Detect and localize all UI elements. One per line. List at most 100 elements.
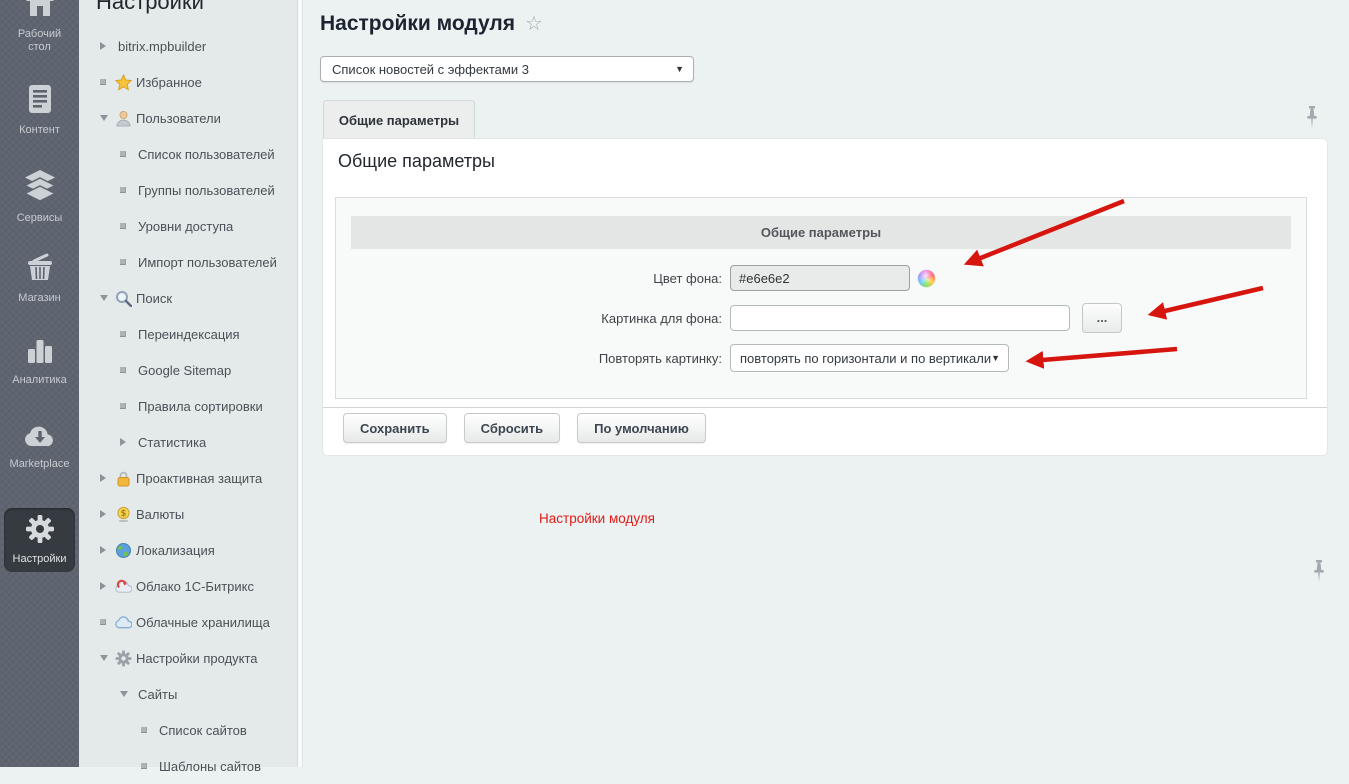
small-gear-icon	[115, 650, 132, 667]
general-parameters-group: Общие параметры Цвет фона: Картинка для …	[335, 197, 1307, 399]
sidebar-item-label: Статистика	[138, 435, 206, 450]
background-color-input[interactable]	[730, 265, 910, 291]
sidebar-item-user-import[interactable]: Импорт пользователей	[79, 244, 297, 280]
favorite-star-icon[interactable]: ☆	[525, 14, 543, 34]
default-button[interactable]: По умолчанию	[577, 413, 706, 443]
sidebar-item-cloud-storage[interactable]: Облачные хранилища	[79, 604, 297, 640]
sidebar-item-statistics[interactable]: Статистика	[79, 424, 297, 460]
dropdown-arrow-icon: ▼	[675, 64, 693, 74]
chevron-right-icon	[100, 546, 114, 554]
rail-item-label: Настройки	[13, 553, 67, 566]
rail-item-analytics[interactable]: Аналитика	[0, 336, 79, 387]
bar-chart-icon	[26, 336, 54, 369]
sidebar-item-label: bitrix.mpbuilder	[118, 39, 206, 54]
bullet-icon	[120, 187, 134, 193]
repeat-image-label: Повторять картинку:	[336, 351, 722, 366]
rail-item-settings[interactable]: Настройки	[4, 508, 75, 572]
sidebar-resize-strip[interactable]	[297, 0, 303, 767]
rail-item-marketplace[interactable]: Marketplace	[0, 422, 79, 471]
background-image-label: Картинка для фона:	[336, 311, 722, 326]
sidebar-item-currencies[interactable]: $ Валюты	[79, 496, 297, 532]
chevron-down-icon	[100, 115, 114, 121]
pin-icon[interactable]	[1305, 106, 1319, 134]
rail-item-services[interactable]: Сервисы	[0, 170, 79, 225]
sidebar-item-google-sitemap[interactable]: Google Sitemap	[79, 352, 297, 388]
sidebar-item-site-templates[interactable]: Шаблоны сайтов	[79, 748, 297, 784]
sidebar-item-localization[interactable]: Локализация	[79, 532, 297, 568]
sidebar-item-label: Сайты	[138, 687, 177, 702]
bullet-icon	[120, 331, 134, 337]
settings-tree: bitrix.mpbuilder Избранное Пользователи …	[79, 28, 297, 784]
settings-sidebar: Настройки bitrix.mpbuilder Избранное Пол…	[79, 0, 297, 767]
rail-item-label: Сервисы	[17, 212, 63, 225]
star-icon	[115, 74, 132, 91]
rail-item-desktop[interactable]: Рабочий стол	[0, 0, 79, 54]
sidebar-item-label: Google Sitemap	[138, 363, 231, 378]
pin-icon[interactable]	[1312, 560, 1326, 588]
color-picker-icon[interactable]	[918, 270, 935, 287]
cloud-icon	[115, 614, 132, 631]
sidebar-item-sort-rules[interactable]: Правила сортировки	[79, 388, 297, 424]
chevron-down-icon	[100, 295, 114, 301]
chevron-right-icon	[100, 510, 114, 518]
search-icon	[115, 290, 132, 307]
sidebar-item-bitrix-cloud[interactable]: Облако 1С-Битрикс	[79, 568, 297, 604]
main-content: Настройки модуля ☆ Список новостей с эфф…	[304, 0, 1349, 767]
chevron-right-icon	[100, 582, 114, 590]
bullet-icon	[120, 223, 134, 229]
background-image-input[interactable]	[730, 305, 1070, 331]
tab-general-parameters[interactable]: Общие параметры	[323, 100, 475, 139]
bullet-icon	[141, 763, 155, 769]
sidebar-item-label: Валюты	[136, 507, 184, 522]
basket-icon	[25, 252, 55, 287]
home-icon	[26, 0, 54, 23]
chevron-down-icon	[100, 655, 114, 661]
rail-item-label: Контент	[19, 124, 60, 137]
sidebar-item-label: Пользователи	[136, 111, 221, 126]
sidebar-item-product-settings[interactable]: Настройки продукта	[79, 640, 297, 676]
sidebar-item-user-list[interactable]: Список пользователей	[79, 136, 297, 172]
sidebar-item-label: Импорт пользователей	[138, 255, 277, 270]
bitrix-cloud-icon	[115, 578, 132, 595]
module-select[interactable]: Список новостей с эффектами 3 ▼	[320, 56, 694, 82]
svg-text:$: $	[121, 509, 127, 519]
gear-icon	[25, 514, 55, 549]
section-heading: Общие параметры	[338, 151, 495, 172]
sidebar-item-search[interactable]: Поиск	[79, 280, 297, 316]
bullet-icon	[120, 151, 134, 157]
document-icon	[28, 84, 52, 119]
repeat-image-select-value: повторять по горизонтали и по вертикали	[731, 351, 991, 366]
sidebar-item-label: Облачные хранилища	[136, 615, 270, 630]
rail-item-content[interactable]: Контент	[0, 84, 79, 137]
sidebar-item-access-levels[interactable]: Уровни доступа	[79, 208, 297, 244]
layers-icon	[25, 170, 55, 207]
sidebar-item-label: Список сайтов	[159, 723, 247, 738]
sidebar-item-label: Избранное	[136, 75, 202, 90]
rail-item-store[interactable]: Магазин	[0, 252, 79, 305]
user-icon	[115, 110, 132, 127]
sidebar-item-proactive-protection[interactable]: Проактивная защита	[79, 460, 297, 496]
sidebar-item-user-groups[interactable]: Группы пользователей	[79, 172, 297, 208]
footer-separator	[323, 407, 1327, 408]
bullet-icon	[100, 79, 114, 85]
sidebar-item-reindex[interactable]: Переиндексация	[79, 316, 297, 352]
bullet-icon	[100, 619, 114, 625]
globe-icon	[115, 542, 132, 559]
coin-icon: $	[115, 506, 132, 523]
sidebar-item-label: Уровни доступа	[138, 219, 233, 234]
sidebar-item-favorites[interactable]: Избранное	[79, 64, 297, 100]
sidebar-item-site-list[interactable]: Список сайтов	[79, 712, 297, 748]
sidebar-item-users[interactable]: Пользователи	[79, 100, 297, 136]
sidebar-item-bitrix-mpbuilder[interactable]: bitrix.mpbuilder	[79, 28, 297, 64]
left-rail: Рабочий стол Контент Сервисы Магазин Ана…	[0, 0, 79, 767]
dropdown-arrow-icon: ▼	[991, 353, 1009, 363]
browse-button[interactable]: ...	[1082, 303, 1122, 333]
sidebar-item-sites[interactable]: Сайты	[79, 676, 297, 712]
sidebar-item-label: Настройки продукта	[136, 651, 258, 666]
chevron-down-icon	[120, 691, 134, 697]
reset-button[interactable]: Сбросить	[464, 413, 561, 443]
rail-item-label: Аналитика	[12, 374, 66, 387]
chevron-right-icon	[100, 42, 114, 50]
save-button[interactable]: Сохранить	[343, 413, 447, 443]
repeat-image-select[interactable]: повторять по горизонтали и по вертикали …	[730, 344, 1009, 372]
